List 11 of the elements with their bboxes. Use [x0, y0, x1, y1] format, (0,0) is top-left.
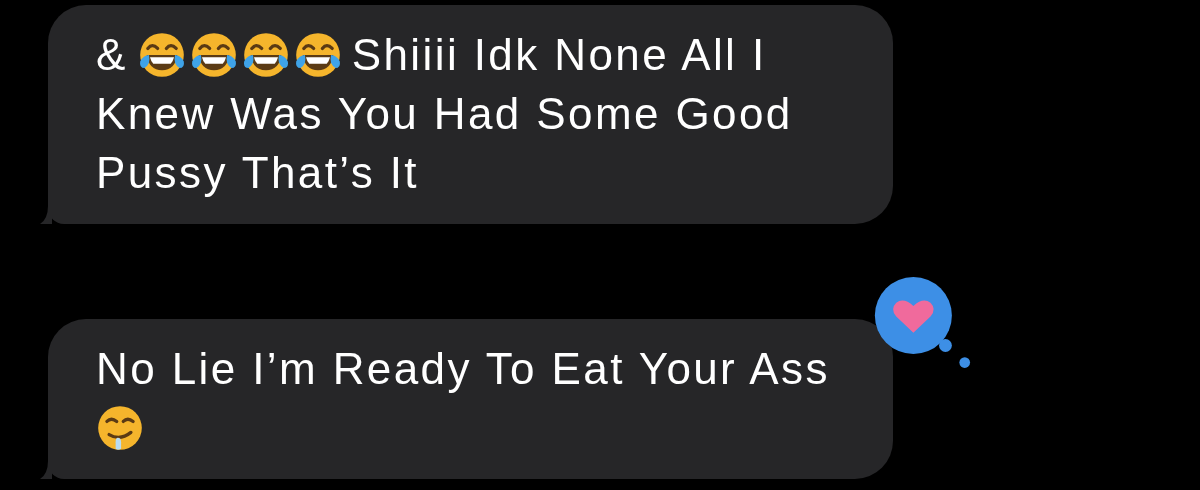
message-text: Pussy That’s It [96, 147, 419, 199]
laughing-tears-emoji-icon [189, 30, 238, 79]
heart-tapback-icon[interactable] [873, 277, 973, 369]
drooling-face-emoji-icon [96, 403, 144, 452]
message-text: Shiiii Idk None All I [351, 29, 767, 81]
message-text: No Lie I’m Ready To Eat Your Ass [96, 343, 830, 395]
laughing-tears-emoji-icon [137, 30, 186, 79]
message-text: Knew Was You Had Some Good [96, 88, 793, 140]
message-text: & [96, 29, 128, 81]
laughing-tears-emoji-icon [241, 30, 290, 79]
laughing-tears-emoji-icon [293, 30, 342, 79]
